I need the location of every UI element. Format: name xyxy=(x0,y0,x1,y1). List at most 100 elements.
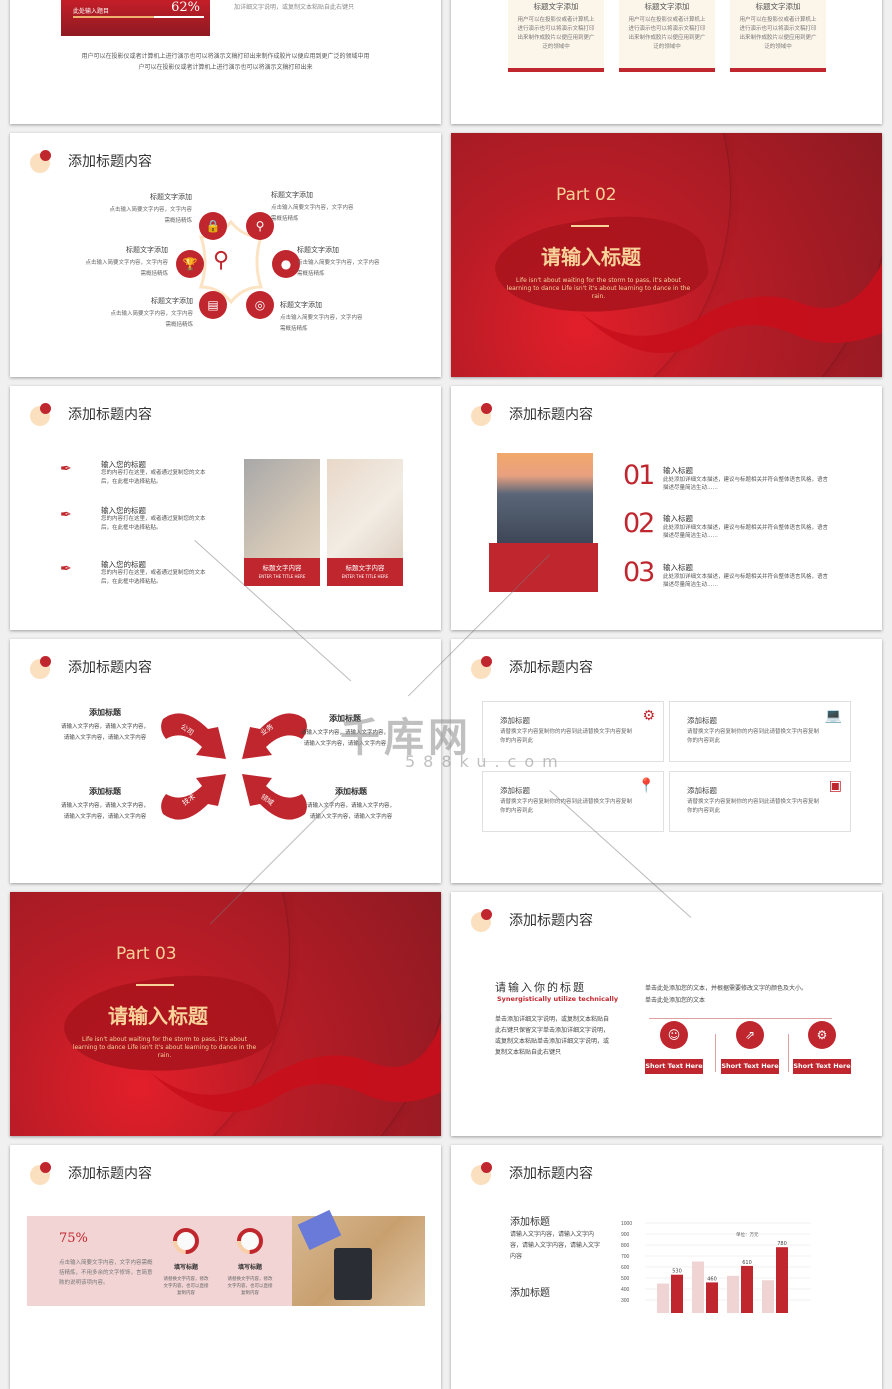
progress-card: 此处输入题目 62% xyxy=(61,0,210,36)
slide-11[interactable]: 添加标题内容 75% 点击输入简要文字内容，文字内容需概括精炼，不用多余的文字修… xyxy=(10,1145,441,1389)
card-title: 标题文字添加 xyxy=(533,2,579,11)
item-body: 请输入文字内容，请输入文字内容，请输入文字内容，请输入文字内容 xyxy=(510,1231,601,1260)
card-body: 用户可以在投影仪或者计算机上进行演示也可以将演示文稿打印出来制作成胶片以便应用到… xyxy=(739,17,817,50)
feature-item: 标题文字添加 点击输入简要文字内容，文字内容需概括精炼 xyxy=(50,296,193,331)
footer-line-2: 户可以在投影仪或者计算机上进行演示也可以将演示文稿打印出来 xyxy=(138,64,313,71)
bar-main xyxy=(706,1282,718,1313)
arrow-bottom-right xyxy=(242,774,307,820)
item-body: 点击输入简要文字内容，文字内容需概括精炼 xyxy=(280,315,363,332)
feature-card[interactable]: 添加标题 请替换文字内容复制你的内容到此请替换文字内容复制你的内容到此 💻 xyxy=(669,701,851,762)
item-title: 添加标题 xyxy=(89,787,121,796)
header-dots-icon xyxy=(28,655,56,679)
section-title: 请输入标题 xyxy=(541,245,641,269)
slide-7[interactable]: 添加标题内容 公司 业务 技术 领域 添加标题 请输入文字内容，请输入文字内容，请… xyxy=(10,639,441,883)
lock-icon[interactable]: 🔒 xyxy=(199,212,227,240)
bar-value-label: 780 xyxy=(777,1241,787,1247)
search-icon: ⚲ xyxy=(213,248,230,273)
card-body: 请替换文字内容复制你的内容到此请替换文字内容复制你的内容到此 xyxy=(500,729,633,744)
bar-background xyxy=(692,1261,704,1313)
share-icon[interactable]: ⇗ xyxy=(736,1021,764,1049)
card-title: 添加标题 xyxy=(500,786,530,795)
donut-title: 填写标题 xyxy=(173,1264,198,1271)
city-photo xyxy=(497,453,593,544)
slide-12[interactable]: 添加标题内容 添加标题 请输入文字内容，请输入文字内容，请输入文字内容，请输入文… xyxy=(451,1145,882,1389)
slide-header: 添加标题内容 xyxy=(469,908,593,932)
photo-caption: 标题文字内容 xyxy=(262,564,302,572)
item-body: 点击输入简要文字内容，文字内容需概括精炼 xyxy=(271,205,354,222)
map-pin-icon: 📍 xyxy=(637,778,655,794)
progress-label: 此处输入题目 xyxy=(73,8,110,15)
laptop-icon: 💻 xyxy=(824,708,842,724)
y-tick-label: 800 xyxy=(621,1243,630,1249)
donut-body: 请替换文字内容，修改文字内容，也可以直接复制内容 xyxy=(227,1277,273,1296)
pen-nib-icon: ✒ xyxy=(60,561,72,577)
card-body: 请替换文字内容复制你的内容到此请替换文字内容复制你的内容到此 xyxy=(687,729,820,744)
target-icon[interactable]: ◎ xyxy=(246,291,274,319)
card-title: 添加标题 xyxy=(687,786,717,795)
feature-card[interactable]: 添加标题 请替换文字内容复制你的内容到此请替换文字内容复制你的内容到此 ▣ xyxy=(669,771,851,832)
progress-fill xyxy=(73,16,155,18)
divider xyxy=(788,1034,789,1072)
card-body: 用户可以在投影仪或者计算机上进行演示也可以将演示文稿打印出来制作成胶片以便应用到… xyxy=(517,17,595,50)
slide-title: 添加标题内容 xyxy=(509,660,593,676)
section-title: 请输入标题 xyxy=(108,1004,208,1028)
section-subtitle: Life isn't about waiting for the storm t… xyxy=(506,277,691,300)
card-title: 添加标题 xyxy=(500,716,530,725)
bar-main xyxy=(741,1265,753,1313)
short-text-button[interactable]: Short Text Here xyxy=(793,1059,851,1074)
slide-9[interactable]: Part 03 请输入标题 Life isn't about waiting f… xyxy=(10,892,441,1136)
side-text: 加详细文字说明，或复制文本粘贴自此右键只 xyxy=(234,4,355,11)
right-line-2: 单击此处添加您的文本 xyxy=(645,997,706,1004)
header-dots-icon xyxy=(469,908,497,932)
short-text-button[interactable]: Short Text Here xyxy=(721,1059,779,1074)
notebook-shape xyxy=(297,1209,342,1251)
slide-4[interactable]: Part 02 请输入标题 Life isn't about waiting f… xyxy=(451,133,882,377)
slide-10[interactable]: 添加标题内容 请输入你的标题 Synergistically utilize t… xyxy=(451,892,882,1136)
arrow-top-left xyxy=(161,713,226,759)
item-number: 01 xyxy=(623,460,655,491)
document-icon[interactable]: ▤ xyxy=(199,291,227,319)
bar-background xyxy=(727,1275,739,1313)
item-title: 添加标题 xyxy=(510,1288,550,1299)
bar-value-label: 610 xyxy=(742,1260,752,1266)
feature-item: 标题文字添加 点击输入简要文字内容，文字内容需概括精炼 xyxy=(297,245,427,280)
feature-card[interactable]: 标题文字添加 用户可以在投影仪或者计算机上进行演示也可以将演示文稿打印出来制作成胶… xyxy=(730,0,826,72)
photo-caption-box: 标题文字内容 ENTER THE TITLE HERE xyxy=(244,558,320,586)
slide-3[interactable]: 添加标题内容 ⚲ 🔒 标题文字添加 点击输入简要文字内容，文字内容需概括精炼 ⚲ 标题文… xyxy=(10,133,441,377)
item-number: 03 xyxy=(623,557,655,588)
part-label: Part 02 xyxy=(556,185,617,205)
photo-subcaption: ENTER THE TITLE HERE xyxy=(341,574,389,579)
text-block: 添加标题 请输入文字内容，请输入文字内容，请输入文字内容，请输入文字内容 xyxy=(60,707,150,744)
slide-header: 添加标题内容 xyxy=(28,1161,152,1185)
location-icon[interactable]: ⚲ xyxy=(246,212,274,240)
item-title: 添加标题 xyxy=(89,708,121,717)
slide-header: 添加标题内容 xyxy=(28,149,152,173)
slide-1[interactable]: 此处输入题目 62% 加详细文字说明，或复制文本粘贴自此右键只 用户可以在投影仪… xyxy=(10,0,441,124)
feature-card[interactable]: 添加标题 请替换文字内容复制你的内容到此请替换文字内容复制你的内容到此 ⚙ xyxy=(482,701,664,762)
slide-8[interactable]: 添加标题内容 添加标题 请替换文字内容复制你的内容到此请替换文字内容复制你的内容到… xyxy=(451,639,882,883)
people-icon[interactable]: ☺ xyxy=(660,1021,688,1049)
slide-title: 添加标题内容 xyxy=(509,913,593,929)
trophy-icon[interactable]: 🏆 xyxy=(176,250,204,278)
item-title: 添加标题 xyxy=(329,714,361,723)
header-dots-icon xyxy=(469,655,497,679)
header-dots-icon xyxy=(28,402,56,426)
donut-chart xyxy=(237,1228,263,1254)
feature-card[interactable]: 添加标题 请替换文字内容复制你的内容到此请替换文字内容复制你的内容到此 📍 xyxy=(482,771,664,832)
feature-card[interactable]: 标题文字添加 用户可以在投影仪或者计算机上进行演示也可以将演示文稿打印出来制作成胶… xyxy=(619,0,715,72)
magnifier-icon[interactable]: ● xyxy=(272,250,300,278)
progress-track xyxy=(73,16,204,18)
header-dots-icon xyxy=(469,402,497,426)
feature-card[interactable]: 标题文字添加用户可以在投影仪或者计算机上进行演示也可以将演示文稿打印出来制作成胶… xyxy=(508,0,604,72)
short-text-button[interactable]: Short Text Here xyxy=(645,1059,703,1074)
slide-5[interactable]: 添加标题内容 ✒ 输入您的标题 您的内容打在这里，或者通过复制您的文本后，在此框中选… xyxy=(10,386,441,630)
slide-title: 添加标题内容 xyxy=(68,1166,152,1182)
feature-item: 标题文字添加 点击输入简要文字内容，文字内容需概括精炼 xyxy=(280,300,410,335)
slide-2[interactable]: 标题文字添加用户可以在投影仪或者计算机上进行演示也可以将演示文稿打印出来制作成胶… xyxy=(451,0,882,124)
y-tick-label: 900 xyxy=(621,1232,630,1238)
gear-icon[interactable]: ⚙ xyxy=(808,1021,836,1049)
slide-6[interactable]: 添加标题内容 01 输入标题 此处添加详细文本描述，建议与标题相关并符合整体语言风格… xyxy=(451,386,882,630)
bar-main xyxy=(776,1247,788,1313)
feature-item: 标题文字添加 点击输入简要文字内容，文字内容需概括精炼 xyxy=(50,192,192,227)
bar-chart: 1000 900 800 700 600 500 400 300 单位：万元 530 460 610 7… xyxy=(621,1221,811,1313)
